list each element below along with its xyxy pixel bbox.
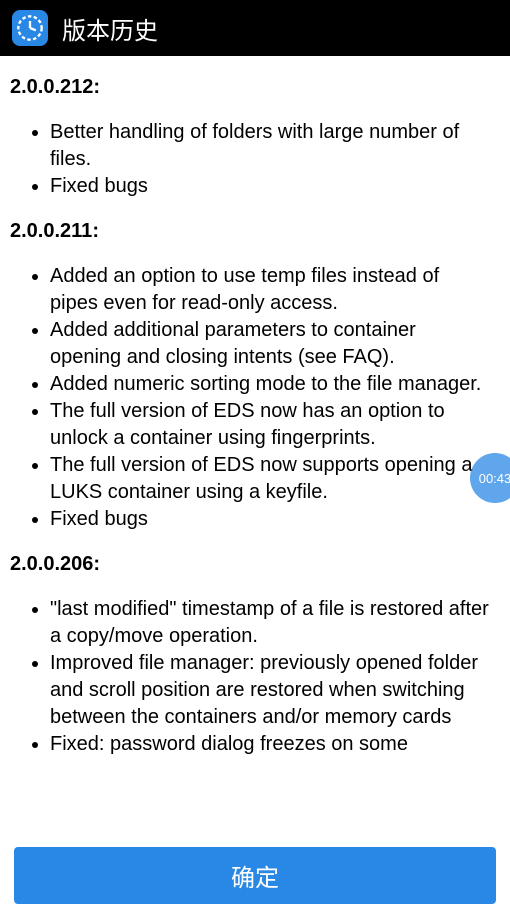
changelog-list: Better handling of folders with large nu… bbox=[50, 119, 500, 200]
changelog-item: Fixed bugs bbox=[50, 506, 500, 533]
confirm-button[interactable]: 确定 bbox=[14, 847, 496, 904]
changelog-item: Improved file manager: previously opened… bbox=[50, 650, 500, 731]
changelog-item: The full version of EDS now has an optio… bbox=[50, 398, 500, 452]
version-header: 2.0.0.212: bbox=[10, 74, 500, 101]
changelog-item: Added numeric sorting mode to the file m… bbox=[50, 371, 500, 398]
version-header: 2.0.0.211: bbox=[10, 218, 500, 245]
header-bar: 版本历史 bbox=[0, 0, 510, 56]
changelog-item: Added an option to use temp files instea… bbox=[50, 263, 500, 317]
changelog-list: "last modified" timestamp of a file is r… bbox=[50, 596, 500, 758]
changelog-item: The full version of EDS now supports ope… bbox=[50, 452, 500, 506]
changelog-item: Fixed bugs bbox=[50, 173, 500, 200]
changelog-item: Added additional parameters to container… bbox=[50, 317, 500, 371]
changelog-item: "last modified" timestamp of a file is r… bbox=[50, 596, 500, 650]
version-number: 2.0.0.206 bbox=[10, 553, 93, 575]
changelog-item: Better handling of folders with large nu… bbox=[50, 119, 500, 173]
content-scroll[interactable]: 2.0.0.212: Better handling of folders wi… bbox=[0, 56, 510, 854]
page-title: 版本历史 bbox=[62, 11, 158, 46]
version-number: 2.0.0.211 bbox=[10, 220, 92, 242]
changelog-item: Fixed: password dialog freezes on some bbox=[50, 731, 500, 758]
app-icon bbox=[12, 10, 48, 46]
version-number: 2.0.0.212 bbox=[10, 76, 93, 98]
changelog-list: Added an option to use temp files instea… bbox=[50, 263, 500, 533]
version-header: 2.0.0.206: bbox=[10, 551, 500, 578]
